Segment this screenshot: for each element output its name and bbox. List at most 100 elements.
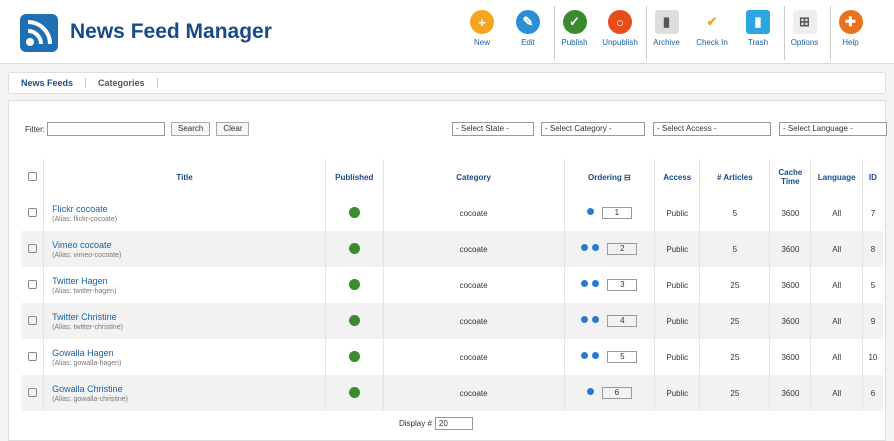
feed-title-link[interactable]: Twitter Hagen xyxy=(52,276,325,286)
access-select[interactable]: - Select Access - xyxy=(653,122,771,136)
id-cell: 5 xyxy=(861,267,883,303)
published-cell xyxy=(324,375,384,411)
col-access[interactable]: Access xyxy=(654,159,700,195)
new-button[interactable]: + New xyxy=(462,6,502,60)
feed-title-link[interactable]: Gowalla Christine xyxy=(52,384,325,394)
search-button[interactable]: Search xyxy=(171,122,211,136)
articles-cell: 25 xyxy=(699,303,770,339)
order-input[interactable]: 1 xyxy=(601,207,632,219)
row-select xyxy=(21,375,44,411)
move-up-icon[interactable] xyxy=(581,280,589,288)
access-cell: Public xyxy=(654,375,700,411)
row-checkbox[interactable] xyxy=(27,387,37,397)
col-articles[interactable]: # Articles xyxy=(699,159,770,195)
title-cell: Gowalla Christine (Alias: gowalla-christi… xyxy=(43,375,326,411)
row-checkbox[interactable] xyxy=(27,279,37,289)
published-cell xyxy=(324,195,384,231)
language-cell: All xyxy=(810,339,863,375)
title-cell: Twitter Christine (Alias: twitter-christi… xyxy=(43,303,326,339)
published-icon[interactable] xyxy=(348,242,360,254)
move-up-icon[interactable] xyxy=(581,244,589,252)
published-icon[interactable] xyxy=(348,206,360,218)
tab-news-feeds[interactable]: News Feeds xyxy=(9,78,87,88)
title-cell: Twitter Hagen (Alias: twitter-hagen) xyxy=(43,267,326,303)
category-cell: cocoate xyxy=(382,303,565,339)
options-icon: ⊞ xyxy=(792,10,817,34)
move-down-icon[interactable] xyxy=(592,352,600,360)
select-all-checkbox[interactable] xyxy=(27,171,37,181)
row-checkbox[interactable] xyxy=(27,207,37,217)
check-icon: ✓ xyxy=(562,10,587,34)
checkmark-icon: ✔ xyxy=(706,14,718,29)
published-cell xyxy=(324,303,384,339)
move-down-icon[interactable] xyxy=(586,208,594,216)
published-icon[interactable] xyxy=(348,350,360,362)
order-input[interactable]: 2 xyxy=(607,243,638,255)
options-button[interactable]: ⊞ Options xyxy=(784,6,824,60)
edit-button[interactable]: ✎ Edit xyxy=(508,6,548,60)
access-cell: Public xyxy=(654,339,700,375)
archive-button[interactable]: ▮ Archive xyxy=(646,6,686,60)
published-cell xyxy=(324,267,384,303)
feed-alias: (Alias: vimeo-cocoate) xyxy=(52,251,122,259)
pencil-icon: ✎ xyxy=(516,10,540,34)
unpublish-button[interactable]: ○ Unpublish xyxy=(600,6,640,60)
help-button[interactable]: ✚ Help xyxy=(830,6,870,60)
title-cell: Vimeo cocoate (Alias: vimeo-cocoate) xyxy=(43,231,326,267)
cache-cell: 3600 xyxy=(769,375,811,411)
publish-button[interactable]: ✓ Publish xyxy=(554,6,594,60)
ordering-cell: 2 xyxy=(563,231,655,267)
published-icon[interactable] xyxy=(348,314,360,326)
category-cell: cocoate xyxy=(382,375,565,411)
order-input[interactable]: 5 xyxy=(607,351,638,363)
feeds-table: Title Published Category Ordering ⊟ Acce… xyxy=(21,159,883,411)
published-icon[interactable] xyxy=(348,278,360,290)
order-input[interactable]: 4 xyxy=(607,315,638,327)
articles-cell: 25 xyxy=(699,267,770,303)
id-cell: 9 xyxy=(861,303,883,339)
published-icon[interactable] xyxy=(348,386,360,398)
col-category[interactable]: Category xyxy=(382,159,565,195)
clear-button[interactable]: Clear xyxy=(216,122,250,136)
col-language[interactable]: Language xyxy=(810,159,863,195)
cache-cell: 3600 xyxy=(769,267,811,303)
ordering-cell: 1 xyxy=(563,195,655,231)
move-up-icon[interactable] xyxy=(581,316,589,324)
col-title[interactable]: Title xyxy=(43,159,326,195)
feed-title-link[interactable]: Gowalla Hagen xyxy=(52,348,325,358)
col-ordering[interactable]: Ordering ⊟ xyxy=(563,159,655,195)
feed-title-link[interactable]: Twitter Christine xyxy=(52,312,325,322)
move-down-icon[interactable] xyxy=(592,316,600,324)
select-all-header xyxy=(21,159,44,195)
category-cell: cocoate xyxy=(382,339,565,375)
ordering-cell: 6 xyxy=(563,375,655,411)
display-select[interactable]: 20 xyxy=(434,417,473,430)
checkin-button[interactable]: ✔ Check In xyxy=(692,6,732,60)
table-row: Vimeo cocoate (Alias: vimeo-cocoate) cocoa… xyxy=(21,231,883,267)
move-up-icon[interactable] xyxy=(586,388,594,396)
col-cache[interactable]: Cache Time xyxy=(769,159,811,195)
move-down-icon[interactable] xyxy=(592,280,600,288)
row-checkbox[interactable] xyxy=(27,315,37,325)
order-input[interactable]: 3 xyxy=(607,279,638,291)
trash-button[interactable]: ▮ Trash xyxy=(738,6,778,60)
tab-categories[interactable]: Categories xyxy=(86,78,158,88)
col-id[interactable]: ID xyxy=(861,159,883,195)
filter-input[interactable] xyxy=(47,122,165,136)
row-checkbox[interactable] xyxy=(27,351,37,361)
feed-title-link[interactable]: Vimeo cocoate xyxy=(52,240,325,250)
display-label: Display # xyxy=(399,419,432,428)
language-cell: All xyxy=(810,195,863,231)
category-cell: cocoate xyxy=(382,267,565,303)
row-checkbox[interactable] xyxy=(27,243,37,253)
category-select[interactable]: - Select Category - xyxy=(541,122,645,136)
move-down-icon[interactable] xyxy=(592,244,600,252)
feed-title-link[interactable]: Flickr cocoate xyxy=(52,204,325,214)
language-select[interactable]: - Select Language - xyxy=(779,122,887,136)
state-select[interactable]: - Select State - xyxy=(452,122,534,136)
order-input[interactable]: 6 xyxy=(601,387,632,399)
pagination: Display # 20 xyxy=(399,417,473,430)
save-order-icon[interactable]: ⊟ xyxy=(624,173,631,182)
col-published[interactable]: Published xyxy=(324,159,384,195)
move-up-icon[interactable] xyxy=(581,352,589,360)
